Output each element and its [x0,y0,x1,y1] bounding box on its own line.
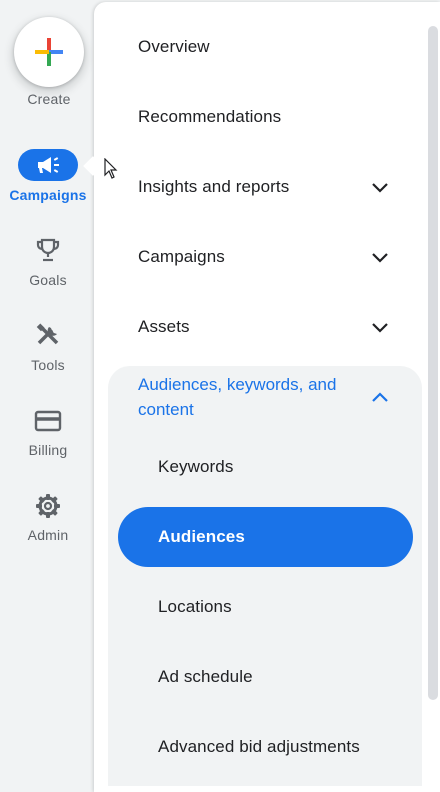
rail-item-tools[interactable]: Tools [0,320,96,378]
submenu-item-locations[interactable]: Locations [158,577,418,637]
rail-item-campaigns[interactable]: Campaigns [0,149,96,207]
navigation-rail: Create Campaigns Goals Tools Billing Adm… [0,0,96,778]
submenu-item-label: Ad schedule [158,667,253,686]
submenu-item-label: Audiences [158,527,245,546]
gear-icon [32,490,64,522]
submenu-item-ad-schedule[interactable]: Ad schedule [158,647,418,707]
rail-item-label: Tools [31,357,65,373]
submenu-item-label: Advanced bid adjustments [158,737,360,756]
chevron-down-icon[interactable] [369,176,391,198]
chevron-down-icon[interactable] [369,316,391,338]
rail-item-label: Billing [28,442,68,458]
tools-icon [32,320,64,352]
create-button[interactable] [14,17,84,87]
plus-icon [35,38,63,66]
menu-item-label: Recommendations [138,107,282,126]
chevron-up-icon[interactable] [369,386,391,408]
submenu-item-audiences[interactable]: Audiences [158,507,418,567]
create-label: Create [27,91,71,107]
trophy-icon [32,234,64,266]
menu-item-assets[interactable]: Assets [138,292,408,362]
menu-item-overview[interactable]: Overview [138,12,408,82]
rail-item-billing[interactable]: Billing [0,405,96,463]
credit-card-icon [32,405,64,437]
menu-group-audiences-keywords-content[interactable]: Audiences, keywords, and content [138,372,366,422]
menu-item-label: Overview [138,37,210,56]
panel-scrollbar[interactable] [428,26,438,700]
menu-item-recommendations[interactable]: Recommendations [138,82,408,152]
chevron-down-icon[interactable] [369,246,391,268]
menu-item-label: Campaigns [138,247,225,266]
submenu-item-keywords[interactable]: Keywords [158,437,418,497]
submenu-item-label: Locations [158,597,232,616]
active-indicator [18,149,78,181]
rail-item-label: Admin [27,527,69,543]
menu-item-label: Assets [138,317,190,336]
rail-item-label: Campaigns [9,187,87,203]
menu-item-insights-and-reports[interactable]: Insights and reports [138,152,408,222]
rail-item-goals[interactable]: Goals [0,234,96,292]
rail-item-admin[interactable]: Admin [0,490,96,548]
submenu-item-label: Keywords [158,457,234,476]
mouse-cursor-icon [104,158,118,179]
menu-item-label: Insights and reports [138,177,290,196]
menu-item-campaigns[interactable]: Campaigns [138,222,408,292]
megaphone-icon [38,157,59,173]
submenu-item-advanced-bid-adjustments[interactable]: Advanced bid adjustments [158,717,418,777]
rail-item-label: Goals [29,272,67,288]
